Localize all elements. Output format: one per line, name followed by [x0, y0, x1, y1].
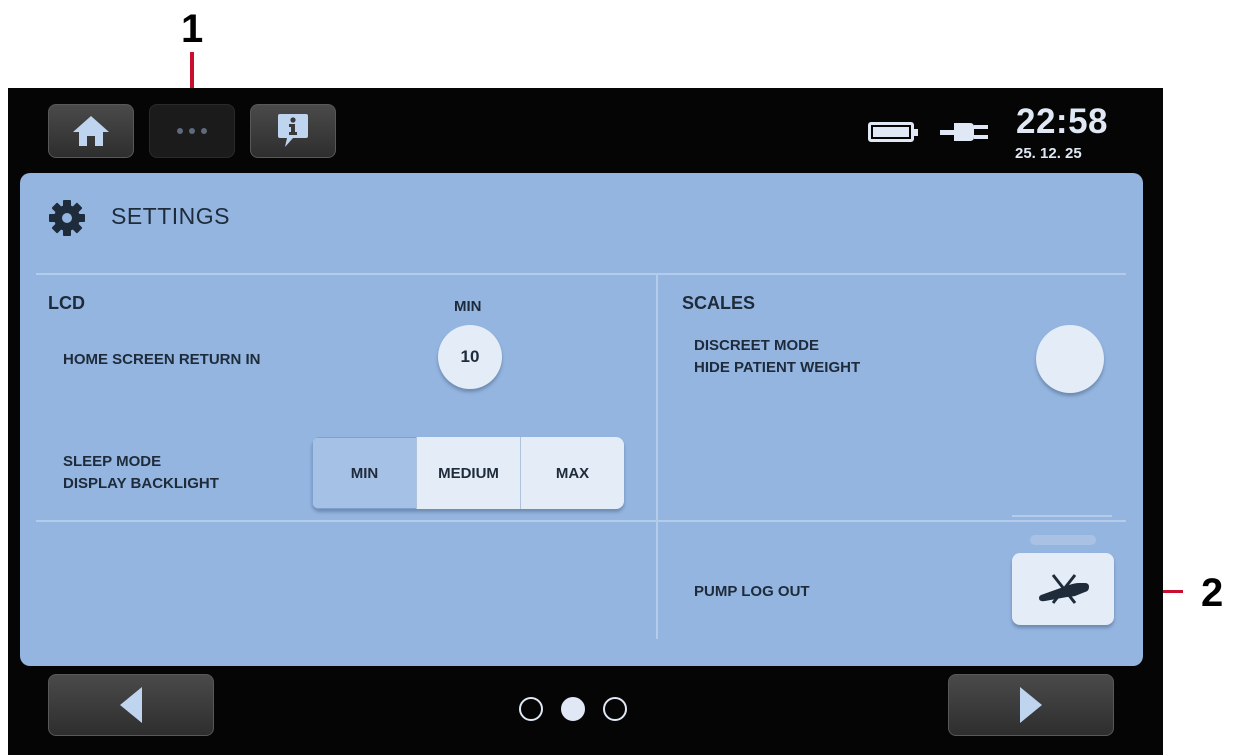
page-title: SETTINGS [111, 203, 231, 229]
callout-number-1: 1 [181, 7, 204, 51]
pump-logout-button[interactable] [1012, 553, 1114, 625]
sleep-mode-label: SLEEP MODE DISPLAY BACKLIGHT [63, 451, 219, 495]
divider [36, 273, 1126, 275]
pump-status-indicator [1030, 535, 1096, 545]
page-indicator [519, 697, 627, 721]
home-icon [73, 116, 109, 146]
clock-time: 22:58 [1016, 102, 1109, 141]
pump-logout-icon [1039, 574, 1089, 604]
scales-section-header: SCALES [682, 293, 756, 313]
sleep-mode-label-line1: SLEEP MODE [63, 453, 162, 470]
plug-icon [940, 123, 988, 141]
page-dot-2-active[interactable] [561, 697, 585, 721]
previous-page-button[interactable] [48, 674, 214, 736]
home-return-value-button[interactable]: 10 [438, 325, 502, 389]
divider [1012, 515, 1112, 517]
battery-icon [868, 122, 918, 142]
device-screen: 22:58 25. 12. 25 SETTINGS LCD MIN HOME S… [8, 88, 1163, 755]
discreet-mode-label-line1: DISCREET MODE [694, 337, 820, 354]
info-button[interactable] [250, 104, 336, 158]
discreet-mode-label: DISCREET MODE HIDE PATIENT WEIGHT [694, 335, 860, 379]
pump-logout-label: PUMP LOG OUT [694, 583, 810, 600]
page-dot-3[interactable] [603, 697, 627, 721]
backlight-option-min[interactable]: MIN [312, 437, 416, 509]
home-button[interactable] [48, 104, 134, 158]
page-dot-1[interactable] [519, 697, 543, 721]
arrow-left-icon [120, 687, 142, 723]
arrow-right-icon [1020, 687, 1042, 723]
min-column-header: MIN [454, 298, 482, 315]
backlight-option-medium[interactable]: MEDIUM [416, 437, 520, 509]
settings-panel: SETTINGS LCD MIN HOME SCREEN RETURN IN 1… [20, 173, 1143, 666]
info-icon [278, 114, 308, 147]
discreet-mode-label-line2: HIDE PATIENT WEIGHT [694, 359, 861, 376]
discreet-mode-toggle[interactable] [1036, 325, 1104, 393]
divider [36, 520, 1126, 522]
gear-icon [49, 200, 85, 236]
more-icon [177, 128, 207, 134]
backlight-segmented-control: MIN MEDIUM MAX [312, 437, 624, 509]
sleep-mode-label-line2: DISPLAY BACKLIGHT [63, 475, 219, 492]
clock-date: 25. 12. 25 [1015, 145, 1082, 162]
more-button[interactable] [149, 104, 235, 158]
next-page-button[interactable] [948, 674, 1114, 736]
backlight-option-max[interactable]: MAX [520, 437, 624, 509]
lcd-section-header: LCD [48, 293, 85, 313]
callout-number-2: 2 [1201, 571, 1224, 615]
divider [656, 273, 658, 639]
home-screen-return-label: HOME SCREEN RETURN IN [63, 351, 261, 368]
